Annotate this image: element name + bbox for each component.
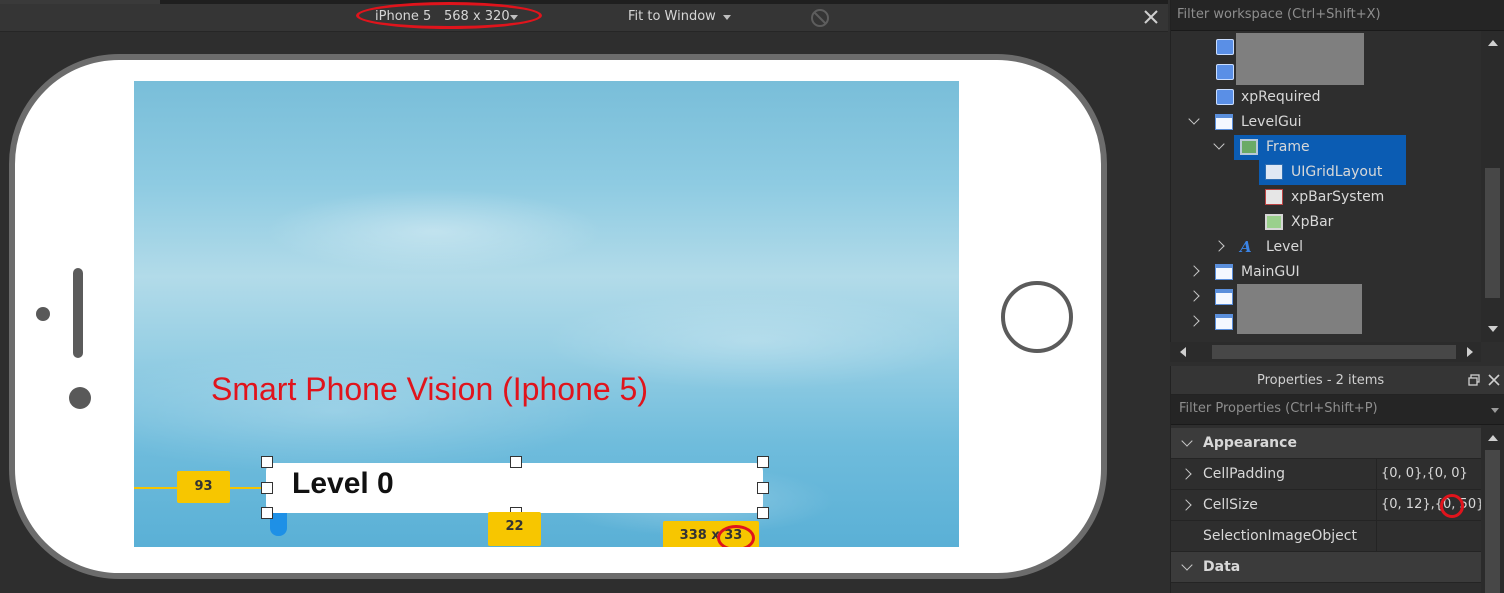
properties-filter-input[interactable]: Filter Properties (Ctrl+Shift+P) <box>1171 395 1504 425</box>
close-icon[interactable] <box>1488 374 1500 386</box>
offset-tag: 93 <box>177 471 230 503</box>
close-icon[interactable] <box>1143 9 1159 25</box>
camera-dot <box>69 387 91 409</box>
tree-item-uigridlayout[interactable]: UIGridLayout <box>1291 160 1382 185</box>
property-name: SelectionImageObject <box>1203 528 1357 544</box>
size-tag-width: 338 x <box>679 528 720 543</box>
fit-mode-select[interactable]: Fit to Window <box>628 9 716 24</box>
properties-panel: Properties - 2 items Filter Properties (… <box>1170 366 1504 593</box>
level-label[interactable]: Level 0 <box>292 467 394 501</box>
chevron-down-icon[interactable] <box>1181 559 1193 571</box>
scroll-down-icon[interactable] <box>1488 326 1498 332</box>
resize-handle-right[interactable] <box>757 482 769 494</box>
scroll-up-icon[interactable] <box>1488 40 1498 46</box>
rotate-device-icon[interactable] <box>810 8 830 28</box>
cellsize-annotation-circle <box>1440 494 1464 518</box>
device-annotation-circle <box>356 2 542 29</box>
property-row-cellsize[interactable]: CellSize {0, 12},{0, 50} <box>1171 490 1482 521</box>
tree-item-xprequired[interactable]: xpRequired <box>1241 85 1320 110</box>
properties-scroll-thumb[interactable] <box>1485 450 1500 593</box>
tree-item-xpbar[interactable]: XpBar <box>1291 210 1333 235</box>
speaker-slot <box>73 268 83 358</box>
explorer-filter-input[interactable]: Filter workspace (Ctrl+Shift+X) <box>1171 0 1504 31</box>
scroll-left-icon[interactable] <box>1180 347 1186 357</box>
resize-handle-left[interactable] <box>261 482 273 494</box>
properties-header: Properties - 2 items <box>1171 366 1504 395</box>
screen-gui-icon <box>1215 114 1233 130</box>
properties-title: Properties - 2 items <box>1257 373 1385 388</box>
property-value[interactable]: {0, 12},{0, 50} <box>1376 490 1482 521</box>
undock-icon[interactable] <box>1468 374 1480 386</box>
category-label: Data <box>1203 559 1241 575</box>
property-row-cellpadding[interactable]: CellPadding {0, 0},{0, 0} <box>1171 459 1482 490</box>
tree-item-level[interactable]: Level <box>1266 235 1303 260</box>
resize-handle-bottom-right[interactable] <box>757 507 769 519</box>
scroll-up-icon[interactable] <box>1488 435 1498 441</box>
gap-tag: 22 <box>488 512 541 546</box>
chevron-down-icon[interactable] <box>1181 435 1193 447</box>
emulator-toolbar: iPhone 5 568 x 320 Fit to Window <box>0 4 1168 32</box>
script-icon <box>1216 89 1234 105</box>
resize-handle-top-left[interactable] <box>261 456 273 468</box>
category-data[interactable]: Data <box>1171 552 1482 583</box>
tree-item-xpbarsystem[interactable]: xpBarSystem <box>1291 185 1384 210</box>
redacted-block <box>1236 33 1364 85</box>
grid-layout-icon <box>1265 164 1283 180</box>
tree-item-maingui[interactable]: MainGUI <box>1241 260 1300 285</box>
screen-gui-icon <box>1215 289 1233 305</box>
device-emulator-viewport: iPhone 5 568 x 320 Fit to Window Smart P… <box>0 0 1168 593</box>
property-value[interactable]: {0, 0},{0, 0} <box>1376 459 1482 490</box>
explorer-hscroll-thumb[interactable] <box>1212 345 1456 359</box>
property-row-selectionimageobject[interactable]: SelectionImageObject <box>1171 521 1482 552</box>
selection-highlight <box>1234 135 1406 160</box>
script-icon <box>1216 64 1234 80</box>
local-script-icon <box>1265 189 1283 205</box>
chevron-down-icon[interactable] <box>723 15 731 20</box>
category-label: Appearance <box>1203 435 1297 451</box>
frame-icon <box>1240 139 1258 155</box>
tree-item-levelgui[interactable]: LevelGui <box>1241 110 1302 135</box>
property-name: CellPadding <box>1203 466 1285 482</box>
sensor-dot <box>36 307 50 321</box>
phone-screen: Smart Phone Vision (Iphone 5) Level 0 93… <box>134 81 959 547</box>
resize-handle-bottom-left[interactable] <box>261 507 273 519</box>
resize-handle-top-right[interactable] <box>757 456 769 468</box>
chevron-down-icon[interactable] <box>1491 408 1499 413</box>
chevron-right-icon[interactable] <box>1180 499 1192 511</box>
resize-handle-top[interactable] <box>510 456 522 468</box>
chevron-right-icon[interactable] <box>1180 468 1192 480</box>
tree-item-frame[interactable]: Frame <box>1266 135 1310 160</box>
annotation-text: Smart Phone Vision (Iphone 5) <box>211 371 648 407</box>
property-name: CellSize <box>1203 497 1258 513</box>
explorer-scroll-thumb[interactable] <box>1485 168 1500 298</box>
screen-gui-icon <box>1215 264 1233 280</box>
size-annotation-circle <box>717 525 755 547</box>
script-icon <box>1216 39 1234 55</box>
screen-gui-icon <box>1215 314 1233 330</box>
home-button[interactable] <box>1001 281 1073 353</box>
image-label-icon <box>1265 214 1283 230</box>
category-appearance[interactable]: Appearance <box>1171 428 1482 459</box>
scroll-right-icon[interactable] <box>1467 347 1473 357</box>
redacted-block <box>1237 284 1362 334</box>
property-value[interactable] <box>1376 521 1482 552</box>
text-label-icon: A <box>1240 238 1252 256</box>
